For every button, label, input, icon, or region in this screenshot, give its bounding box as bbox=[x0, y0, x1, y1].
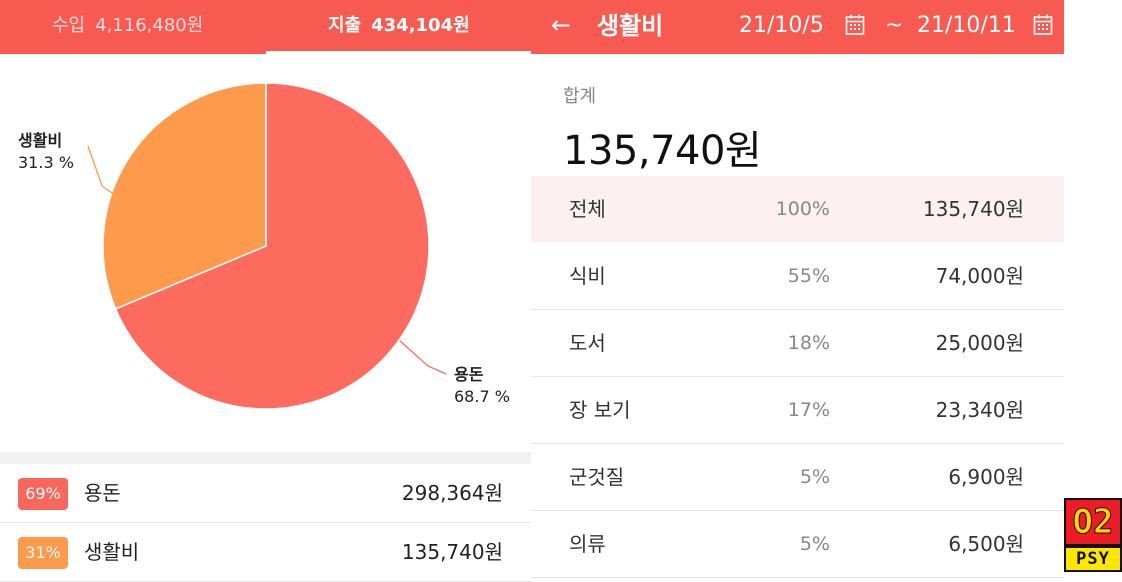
table-row[interactable]: 전체 100% 135,740원 bbox=[531, 176, 1064, 242]
end-date[interactable]: 21/10/11 bbox=[917, 0, 1016, 52]
table-row[interactable]: 도서 18% 25,000원 bbox=[531, 310, 1064, 377]
right-header: ← 생활비 21/10/5 ~ 21/10/11 bbox=[531, 0, 1064, 54]
pie-label-allowance: 용돈 68.7 % bbox=[454, 364, 510, 408]
row-amount: 74,000원 bbox=[935, 264, 1024, 288]
row-percent: 55% bbox=[787, 265, 830, 287]
logo-top: O2 bbox=[1064, 498, 1122, 546]
watermark-logo: O2 PSY bbox=[1064, 0, 1122, 577]
percent-badge: 69% bbox=[18, 478, 68, 510]
category-name: 용돈 bbox=[84, 481, 121, 505]
row-name: 도서 bbox=[569, 331, 606, 355]
list-item[interactable]: 69% 용돈 298,364원 bbox=[0, 464, 531, 523]
section-divider bbox=[0, 452, 531, 464]
date-separator: ~ bbox=[885, 13, 904, 38]
pie-label-life-name: 생활비 bbox=[18, 131, 63, 150]
row-percent: 100% bbox=[775, 198, 830, 220]
row-percent: 5% bbox=[799, 533, 830, 555]
percent-badge: 31% bbox=[18, 537, 68, 569]
row-name: 전체 bbox=[569, 197, 606, 221]
table-row[interactable]: 군것질 5% 6,900원 bbox=[531, 444, 1064, 511]
income-tab[interactable]: 수입 4,116,480원 bbox=[52, 0, 203, 54]
leader-line-allowance bbox=[399, 340, 447, 375]
row-name: 군것질 bbox=[569, 465, 625, 489]
pie-chart[interactable] bbox=[0, 54, 531, 452]
left-panel: 수입 4,116,480원 지출 434,104원 생활비 31.3 % 용돈 68… bbox=[0, 0, 531, 582]
logo-bottom-text: PSY bbox=[1076, 549, 1110, 569]
pie-label-life-percent: 31.3 % bbox=[18, 153, 74, 172]
row-name: 식비 bbox=[569, 264, 606, 288]
table-row[interactable]: 의류 5% 6,500원 bbox=[531, 511, 1064, 578]
income-amount: 4,116,480원 bbox=[95, 15, 204, 36]
list-item[interactable]: 31% 생활비 135,740원 bbox=[0, 523, 531, 582]
arrow-left-icon[interactable]: ← bbox=[551, 0, 571, 50]
category-name: 생활비 bbox=[84, 540, 140, 564]
pie-label-life: 생활비 31.3 % bbox=[18, 130, 74, 174]
row-amount: 6,900원 bbox=[948, 465, 1024, 489]
row-percent: 18% bbox=[787, 332, 830, 354]
expense-amount: 434,104원 bbox=[371, 15, 470, 36]
category-amount: 298,364원 bbox=[401, 481, 503, 505]
total-label: 합계 bbox=[563, 86, 597, 107]
row-name: 의류 bbox=[569, 532, 606, 556]
expense-tab[interactable]: 지출 434,104원 bbox=[328, 0, 470, 54]
pie-label-allowance-percent: 68.7 % bbox=[454, 387, 510, 406]
table-row[interactable]: 식비 55% 74,000원 bbox=[531, 243, 1064, 310]
logo-top-text: O2 bbox=[1072, 502, 1114, 543]
income-label: 수입 bbox=[52, 15, 86, 36]
calendar-icon[interactable] bbox=[1033, 13, 1053, 37]
row-amount: 135,740원 bbox=[922, 197, 1024, 221]
start-date[interactable]: 21/10/5 bbox=[739, 0, 824, 52]
row-percent: 17% bbox=[787, 399, 830, 421]
category-amount: 135,740원 bbox=[401, 540, 503, 564]
calendar-icon[interactable] bbox=[845, 13, 865, 37]
logo-bottom: PSY bbox=[1064, 546, 1122, 572]
pie-label-allowance-name: 용돈 bbox=[454, 365, 484, 384]
expense-label: 지출 bbox=[328, 15, 362, 36]
left-header: 수입 4,116,480원 지출 434,104원 bbox=[0, 0, 531, 54]
row-amount: 6,500원 bbox=[948, 532, 1024, 556]
category-title: 생활비 bbox=[597, 12, 664, 40]
total-value: 135,740원 bbox=[563, 128, 762, 174]
row-amount: 25,000원 bbox=[935, 331, 1024, 355]
right-panel: ← 생활비 21/10/5 ~ 21/10/11 합계 135,740원 전체 … bbox=[531, 0, 1064, 578]
row-name: 장 보기 bbox=[569, 398, 631, 422]
row-percent: 5% bbox=[799, 466, 830, 488]
table-row[interactable]: 장 보기 17% 23,340원 bbox=[531, 377, 1064, 444]
row-amount: 23,340원 bbox=[935, 398, 1024, 422]
pie-chart-area: 생활비 31.3 % 용돈 68.7 % bbox=[0, 54, 531, 452]
